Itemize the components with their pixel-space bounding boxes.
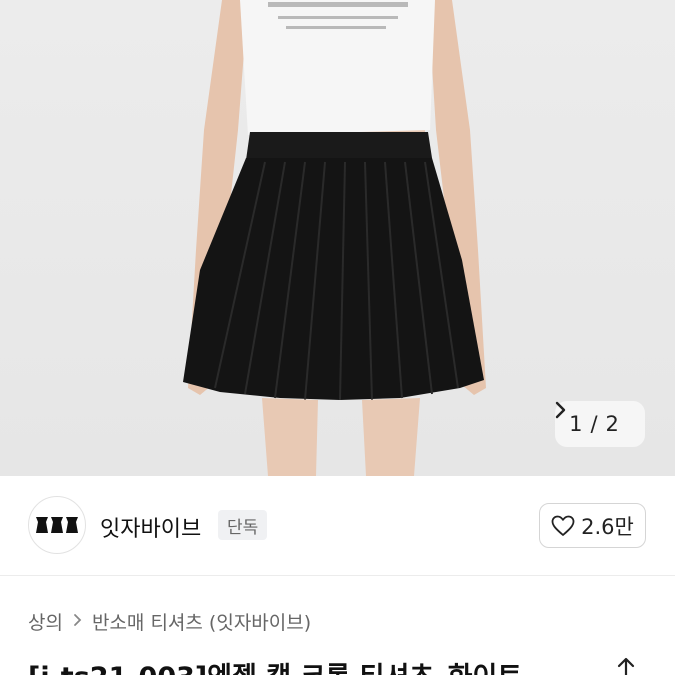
seller-name[interactable]: 잇자바이브 xyxy=(100,511,201,543)
image-pager[interactable]: 1 / 2 xyxy=(555,401,645,447)
heart-outline-icon xyxy=(551,515,575,536)
brand-logo-icon xyxy=(36,517,78,533)
product-title: [i-ts21-003]엔젤 캡 크롭 티셔츠_화이트 xyxy=(28,655,588,675)
exclusive-badge: 단독 xyxy=(218,510,268,540)
pager-total: 2 xyxy=(605,412,619,436)
share-up-arrow-icon[interactable] xyxy=(612,656,640,675)
breadcrumb: 상의 반소매 티셔츠 (잇자바이브) xyxy=(28,608,311,635)
chevron-right-icon xyxy=(73,611,82,632)
product-image[interactable]: 1 / 2 xyxy=(0,0,675,476)
breadcrumb-item-subcategory[interactable]: 반소매 티셔츠 (잇자바이브) xyxy=(92,608,311,635)
breadcrumb-item-category[interactable]: 상의 xyxy=(28,608,63,635)
pager-separator: / xyxy=(590,412,598,436)
seller-avatar[interactable] xyxy=(28,496,86,554)
seller-row: 잇자바이브 단독 2.6만 xyxy=(0,476,675,576)
like-count: 2.6만 xyxy=(581,514,634,539)
like-button[interactable]: 2.6만 xyxy=(539,503,646,548)
pager-current: 1 xyxy=(569,412,583,436)
